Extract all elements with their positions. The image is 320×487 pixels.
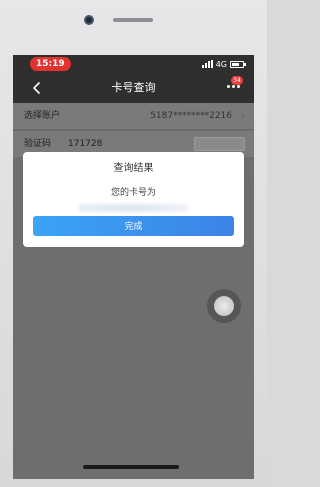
navigation-bar: 卡号查询 34 [13, 73, 254, 103]
resend-code-button[interactable] [194, 137, 245, 151]
chevron-right-icon: › [241, 111, 245, 121]
more-menu-icon[interactable] [227, 85, 240, 88]
front-camera [84, 15, 94, 25]
message-badge: 34 [231, 76, 243, 85]
status-time: 15:19 [30, 57, 71, 71]
account-number: 5187********2216 [150, 111, 232, 121]
done-button[interactable]: 完成 [33, 216, 234, 236]
phone-frame: 15:19 4G 卡号查询 34 选择账户 5187********2216 › [0, 0, 267, 487]
battery-icon [230, 60, 246, 68]
home-indicator[interactable] [83, 465, 179, 469]
phone-top-bezel [0, 0, 267, 52]
account-select-row[interactable]: 选择账户 5187********2216 › [13, 103, 254, 129]
redacted-card-number [78, 204, 188, 212]
dialog-title: 查询结果 [113, 163, 154, 174]
app-screen: 15:19 4G 卡号查询 34 选择账户 5187********2216 › [13, 55, 254, 479]
account-label: 选择账户 [24, 111, 61, 121]
network-type: 4G [215, 59, 227, 69]
divider [13, 129, 254, 130]
assistive-touch-button[interactable] [207, 289, 241, 323]
earpiece-speaker [113, 18, 153, 22]
status-indicators: 4G [201, 57, 246, 71]
dialog-message: 您的卡号为 [110, 188, 156, 198]
result-dialog: 查询结果 您的卡号为 完成 [23, 152, 244, 247]
status-bar: 15:19 4G [13, 55, 254, 73]
signal-strength-icon [201, 60, 213, 68]
page-title: 卡号查询 [111, 81, 156, 94]
